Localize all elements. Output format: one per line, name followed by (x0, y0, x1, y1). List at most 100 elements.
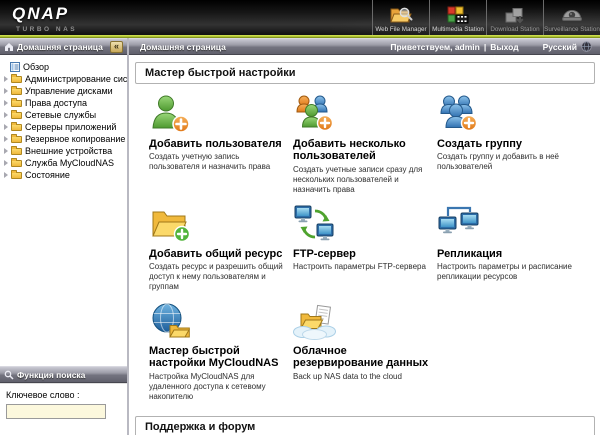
sidebar-item-system-administration[interactable]: Администрирование системы (2, 73, 125, 85)
wizard-item-desc: Создать учетную запись пользователя и на… (149, 152, 285, 172)
expand-arrow-icon[interactable] (2, 112, 10, 118)
launcher-surveillance-station[interactable]: Surveillance Station (543, 0, 600, 35)
home-icon (4, 42, 14, 52)
expand-arrow-icon[interactable] (2, 124, 10, 130)
globe-icon (581, 41, 592, 52)
sidebar-item-status[interactable]: Состояние (2, 169, 125, 181)
sidebar-item-network-services[interactable]: Сетевые службы (2, 109, 125, 121)
surveillance-station-icon (560, 5, 584, 25)
overview-icon (10, 62, 20, 72)
support-section-title: Поддержка и форум (136, 417, 594, 435)
logout-link[interactable]: Выход (490, 42, 518, 52)
main-header: Домашняя страница Приветствуем, admin | … (129, 38, 600, 55)
wizard-item-title: Добавить пользователя (149, 138, 285, 150)
search-panel-body: Ключевое слово : (0, 383, 127, 435)
search-panel-header: Функция поиска (0, 366, 127, 383)
expand-arrow-icon[interactable] (2, 136, 10, 142)
folder-icon (11, 148, 22, 155)
main-content: Мастер быстрой настройки Добавить пользо… (129, 55, 600, 435)
wizard-item-desc: Настройка MyCloudNAS для удаленного дост… (149, 372, 285, 402)
wizard-item-title: Облачное резервирование данных (293, 345, 429, 370)
sidebar-item-access-rights[interactable]: Права доступа (2, 97, 125, 109)
add-multiple-users-icon (293, 94, 337, 134)
language-label: Русский (543, 42, 577, 52)
brand-block: QNAP TURBO NAS (0, 0, 170, 35)
launcher-label: Download Station (490, 26, 539, 33)
folder-icon (11, 160, 22, 167)
search-icon (4, 370, 14, 380)
wizard-item-add-user[interactable]: Добавить пользователя Создать учетную за… (149, 94, 285, 195)
sidebar-item-backup[interactable]: Резервное копирование (2, 133, 125, 145)
wizard-item-desc: Создать учетные записи сразу для несколь… (293, 165, 429, 195)
launcher-web-file-manager[interactable]: Web File Manager (372, 0, 429, 35)
qnap-home-page: QNAP TURBO NAS Web File Manager (0, 0, 600, 435)
sidebar-header: Домашняя страница « (0, 38, 127, 55)
wizard-item-ftp-server[interactable]: FTP-сервер Настроить параметры FTP-серве… (293, 204, 429, 292)
wizard-item-desc: Back up NAS data to the cloud (293, 372, 429, 382)
replication-icon (437, 204, 481, 244)
main-panel: Домашняя страница Приветствуем, admin | … (129, 38, 600, 435)
greeting-text: Приветствуем, admin (390, 42, 479, 52)
support-section: Поддержка и форум (135, 416, 595, 435)
wizard-item-title: Мастер быстрой настройки MyCloudNAS (149, 345, 285, 370)
wizard-item-title: Репликация (437, 248, 573, 260)
launcher-download-station[interactable]: Download Station (486, 0, 543, 35)
expand-arrow-icon[interactable] (2, 100, 10, 106)
top-banner: QNAP TURBO NAS Web File Manager (0, 0, 600, 35)
launcher-multimedia-station[interactable]: Multimedia Station (429, 0, 486, 35)
wizard-grid: Добавить пользователя Создать учетную за… (135, 84, 595, 414)
language-selector[interactable]: Русский (543, 41, 592, 52)
folder-icon (11, 76, 22, 83)
wizard-item-title: Добавить несколько пользователей (293, 138, 429, 163)
keyword-input[interactable] (6, 404, 106, 419)
sidebar-item-disk-management[interactable]: Управление дисками (2, 85, 125, 97)
page-title: Домашняя страница (140, 42, 226, 52)
wizard-item-add-share[interactable]: Добавить общий ресурс Создать ресурс и р… (149, 204, 285, 292)
expand-arrow-icon[interactable] (2, 88, 10, 94)
download-station-icon (503, 5, 527, 25)
wizard-item-mycloudnas-wizard[interactable]: Мастер быстрой настройки MyCloudNAS Наст… (149, 301, 285, 402)
turbo-nas-tagline: TURBO NAS (16, 26, 170, 33)
wizard-item-add-multiple-users[interactable]: Добавить несколько пользователей Создать… (293, 94, 429, 195)
launcher-label: Web File Manager (375, 26, 426, 33)
wizard-item-desc: Создать группу и добавить в неё пользова… (437, 152, 573, 172)
wizard-section-title: Мастер быстрой настройки (135, 62, 595, 84)
folder-icon (11, 124, 22, 131)
wizard-item-desc: Настроить параметры и расписание реплика… (437, 262, 573, 282)
header-user-area: Приветствуем, admin | Выход Русский (390, 41, 592, 52)
expand-arrow-icon[interactable] (2, 172, 10, 178)
wizard-item-create-group[interactable]: Создать группу Создать группу и добавить… (437, 94, 573, 195)
folder-icon (11, 112, 22, 119)
multimedia-station-icon (446, 5, 470, 25)
wizard-item-title: Создать группу (437, 138, 573, 150)
web-file-manager-icon (389, 5, 413, 25)
create-group-icon (437, 94, 481, 134)
wizard-item-cloud-backup[interactable]: Облачное резервирование данных Back up N… (293, 301, 429, 402)
launcher-label: Multimedia Station (432, 26, 484, 33)
qnap-logo: QNAP (12, 4, 170, 24)
wizard-item-title: FTP-сервер (293, 248, 429, 260)
folder-icon (11, 88, 22, 95)
expand-arrow-icon[interactable] (2, 76, 10, 82)
sidebar-item-application-servers[interactable]: Серверы приложений (2, 121, 125, 133)
sidebar: Домашняя страница « Обзор Администри (0, 38, 129, 435)
wizard-item-desc: Настроить параметры FTP-сервера (293, 262, 429, 272)
sidebar-item-overview[interactable]: Обзор (2, 61, 125, 73)
search-panel-title: Функция поиска (17, 370, 85, 380)
sidebar-item-external-devices[interactable]: Внешние устройства (2, 145, 125, 157)
collapse-sidebar-button[interactable]: « (110, 41, 123, 53)
cloud-backup-icon (293, 301, 337, 341)
app-launchers: Web File Manager Multimedia Station (372, 0, 600, 35)
folder-icon (11, 172, 22, 179)
wizard-item-replication[interactable]: Репликация Настроить параметры и расписа… (437, 204, 573, 292)
expand-arrow-icon[interactable] (2, 160, 10, 166)
launcher-label: Surveillance Station (544, 26, 600, 33)
sidebar-title: Домашняя страница (17, 42, 103, 52)
expand-arrow-icon[interactable] (2, 148, 10, 154)
folder-icon (11, 100, 22, 107)
add-share-icon (149, 204, 193, 244)
ftp-server-icon (293, 204, 337, 244)
wizard-item-title: Добавить общий ресурс (149, 248, 285, 260)
sidebar-item-mycloudnas-service[interactable]: Служба MyCloudNAS (2, 157, 125, 169)
mycloudnas-wizard-icon (149, 301, 193, 341)
